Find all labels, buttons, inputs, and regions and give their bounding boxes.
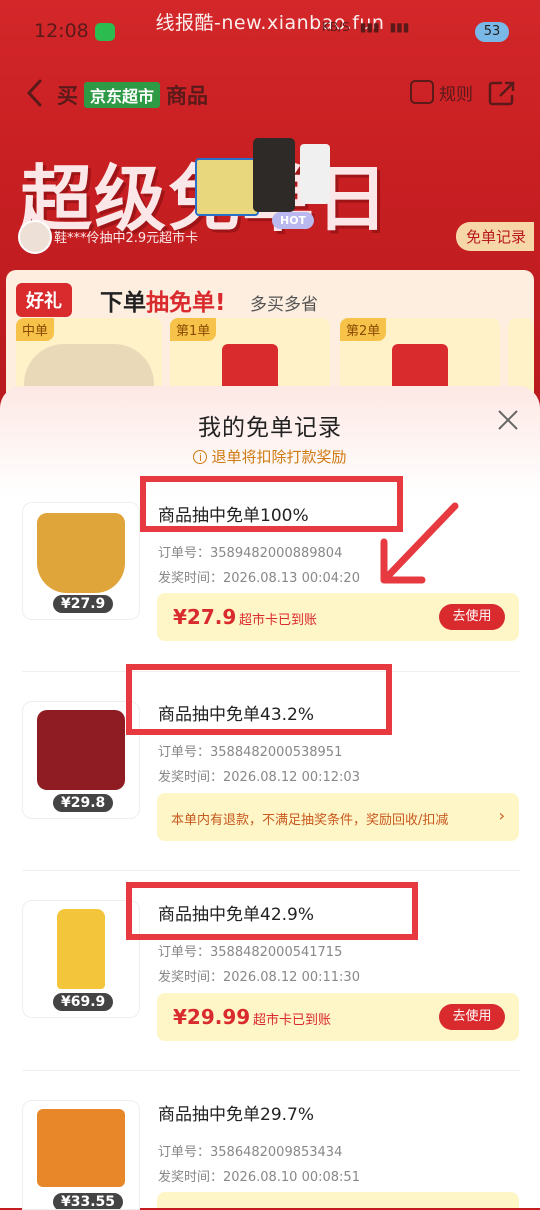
gift-headline: 下单抽免单! (100, 283, 226, 317)
time-label: 发奖时间： (158, 970, 224, 985)
reward-bar (157, 1192, 519, 1208)
award-time: 发奖时间：2026.08.12 00:12:03 (158, 766, 360, 785)
reward-status: 超市卡已到账 (239, 613, 318, 628)
gift-headline-b: 抽免单 (146, 290, 215, 316)
time-value: 2026.08.12 00:12:03 (223, 770, 360, 785)
order-label: 订单号： (158, 745, 211, 760)
divider (22, 870, 520, 871)
close-icon[interactable] (496, 408, 520, 432)
order-number: 订单号：3586482009853434 (158, 1141, 342, 1160)
gift-headline-c: ! (215, 290, 226, 316)
thumbnail-price: ¥29.8 (53, 794, 114, 812)
status-icons: KB/S ▮▮▮ ▮▮▮ (322, 20, 409, 34)
order-number: 订单号：3588482000538951 (158, 741, 342, 760)
reward-amount: ¥27.9 (173, 605, 237, 629)
time-value: 2026.08.13 00:04:20 (223, 571, 360, 586)
award-time: 发奖时间：2026.08.13 00:04:20 (158, 567, 360, 586)
award-time: 发奖时间：2026.08.12 00:11:30 (158, 966, 360, 985)
banner-product-image (195, 158, 259, 216)
order-value: 3589482000889804 (210, 546, 343, 561)
info-icon: i (193, 450, 208, 464)
banner-product-image (253, 138, 295, 212)
reward-amount: ¥29.99 (173, 1005, 251, 1029)
rules-button[interactable]: 规则 (439, 80, 473, 105)
product-thumbnail[interactable]: ¥69.9 (22, 900, 140, 1018)
status-time: 12:08 (34, 20, 89, 42)
use-button[interactable]: 去使用 (439, 604, 505, 630)
network-speed: KB/S (322, 20, 350, 34)
chevron-right-icon: › (498, 806, 505, 825)
product-thumbnail[interactable]: ¥27.9 (22, 502, 140, 620)
back-icon[interactable] (25, 78, 43, 108)
product-image (37, 513, 125, 593)
order-label: 订单号： (158, 546, 211, 561)
warning-bar[interactable]: 本单内有退款，不满足抽奖条件，奖励回收/扣减 › (157, 793, 519, 841)
gift-tag: 好礼 (16, 283, 72, 317)
annotation-box (126, 882, 418, 940)
gift-card-label: 第2单 (340, 318, 387, 341)
thumbnail-price: ¥27.9 (53, 595, 114, 613)
product-thumbnail[interactable]: ¥33.55 (22, 1100, 140, 1210)
avatar (18, 220, 52, 254)
use-button[interactable]: 去使用 (439, 1004, 505, 1030)
time-label: 发奖时间： (158, 1170, 224, 1185)
order-label: 订单号： (158, 945, 211, 960)
gift-subtitle: 多买多省 (250, 295, 318, 315)
annotation-box (126, 664, 392, 735)
order-number: 订单号：3588482000541715 (158, 941, 342, 960)
battery-icon: 53 (475, 22, 509, 42)
banner-product-image (300, 144, 330, 204)
product-image (37, 710, 125, 790)
gift-card-label: 中单 (16, 318, 55, 341)
notice-text: 退单将扣除打款奖励 (211, 448, 347, 466)
record-title: 商品抽中免单29.7% (158, 1105, 315, 1125)
order-value: 3586482009853434 (210, 1145, 343, 1160)
product-thumbnail[interactable]: ¥29.8 (22, 701, 140, 819)
signal-icon-2: ▮▮▮ (389, 20, 410, 34)
time-label: 发奖时间： (158, 770, 224, 785)
product-image (37, 1109, 125, 1187)
rules-icon[interactable] (410, 80, 434, 104)
title-suffix: 商品 (166, 84, 209, 108)
annotation-arrow (380, 502, 459, 584)
time-label: 发奖时间： (158, 571, 224, 586)
refund-warning: 本单内有退款，不满足抽奖条件，奖励回收/扣减 (171, 813, 449, 828)
time-value: 2026.08.10 00:08:51 (223, 1170, 360, 1185)
reward-bar: ¥27.9 超市卡已到账 去使用 (157, 593, 519, 641)
order-value: 3588482000538951 (210, 745, 343, 760)
modal-notice: i 退单将扣除打款奖励 (0, 446, 540, 467)
gift-headline-a: 下单 (100, 290, 146, 316)
order-value: 3588482000541715 (210, 945, 343, 960)
signal-icon: ▮▮▮ (359, 20, 380, 34)
hot-badge: HOT (272, 212, 315, 229)
order-number: 订单号：3589482000889804 (158, 542, 342, 561)
order-label: 订单号： (158, 1145, 211, 1160)
divider (22, 1070, 520, 1071)
award-time: 发奖时间：2026.08.10 00:08:51 (158, 1166, 360, 1185)
winner-ticker: 鞋***伶抽中2.9元超市卡 (54, 231, 199, 246)
thumbnail-price: ¥33.55 (53, 1193, 124, 1209)
product-image (57, 909, 105, 989)
modal-title: 我的免单记录 (198, 415, 342, 441)
page-title: 买 京东超市 商品 (57, 80, 208, 110)
free-record-button[interactable]: 免单记录 (456, 222, 535, 251)
wechat-icon (95, 23, 115, 41)
title-prefix: 买 (57, 84, 78, 108)
brand-badge: 京东超市 (84, 82, 161, 108)
annotation-box (140, 476, 403, 532)
reward-status: 超市卡已到账 (253, 1013, 332, 1028)
time-value: 2026.08.12 00:11:30 (223, 970, 360, 985)
reward-bar: ¥29.99 超市卡已到账 去使用 (157, 993, 519, 1041)
gift-card-label: 第1单 (170, 318, 217, 341)
share-icon[interactable] (488, 80, 516, 106)
thumbnail-price: ¥69.9 (53, 993, 114, 1011)
